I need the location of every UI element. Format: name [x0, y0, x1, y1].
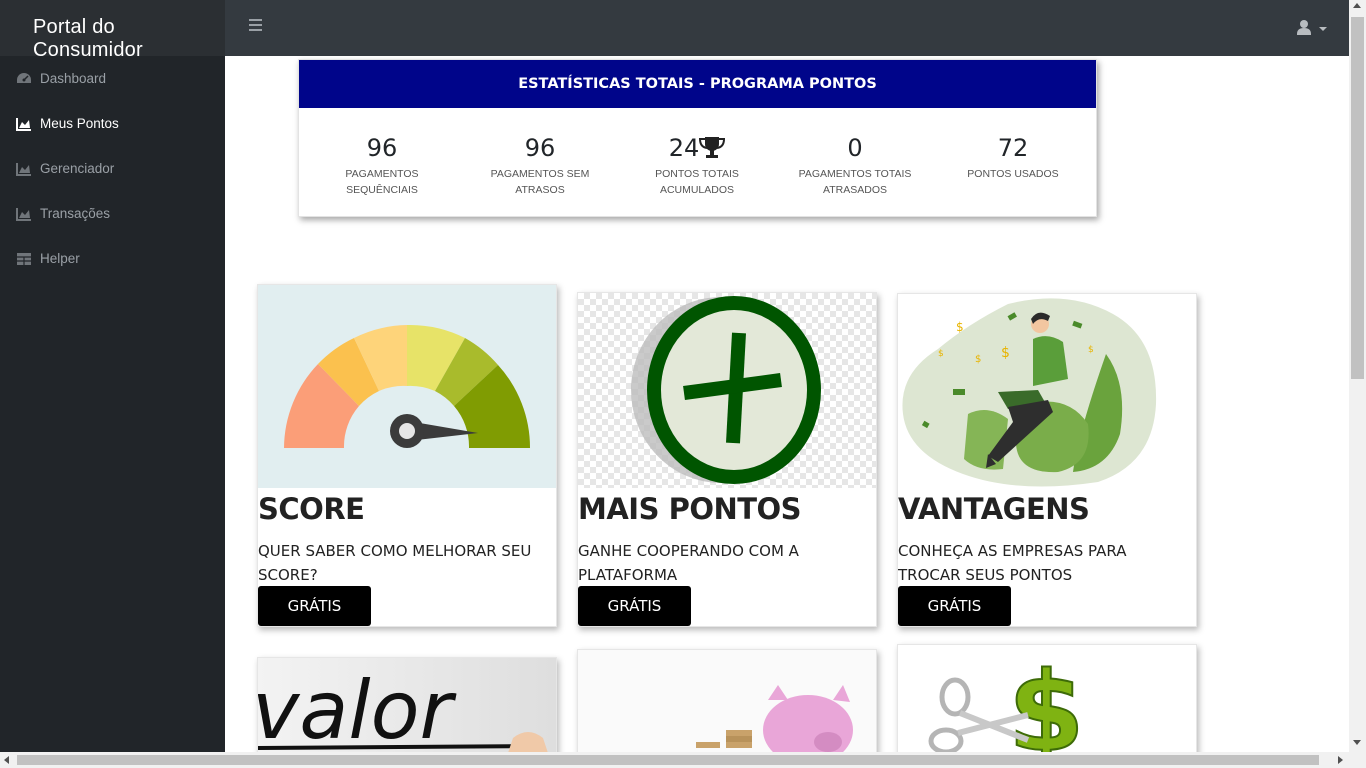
sidebar-item-label: Transações — [40, 206, 111, 221]
sidebar-item-helper[interactable]: Helper — [0, 236, 225, 281]
stats-card: ESTATÍSTICAS TOTAIS - PROGRAMA PONTOS 96… — [298, 59, 1097, 217]
plus-circle-image — [578, 293, 876, 488]
user-menu-button[interactable] — [1297, 19, 1327, 39]
scroll-thumb-horizontal[interactable] — [17, 755, 1319, 765]
card-valor: valor — [257, 657, 557, 767]
area-chart-icon — [16, 117, 31, 131]
scroll-up-icon[interactable] — [1353, 3, 1361, 8]
piggy-bank-coins-image — [578, 650, 876, 766]
sidebar-item-gerenciador[interactable]: Gerenciador — [0, 146, 225, 191]
card-scissors: $ — [897, 644, 1197, 767]
stat-pagamentos-atrasados: 0 PAGAMENTOS TOTAIS ATRASADOS — [780, 132, 930, 198]
top-navbar: Portal do Consumidor — [0, 0, 1349, 61]
card-title: VANTAGENS — [898, 492, 1090, 526]
sidebar-item-label: Helper — [40, 251, 80, 266]
card-mais-pontos: MAIS PONTOS GANHE COOPERANDO COM A PLATA… — [577, 292, 877, 627]
tachometer-icon — [17, 72, 31, 83]
stat-label: PONTOS USADOS — [967, 168, 1059, 180]
gratis-button[interactable]: GRÁTIS — [898, 586, 1011, 626]
person-laptop-image: $ $ $ $ $ — [898, 294, 1196, 488]
vertical-scrollbar[interactable] — [1349, 0, 1366, 752]
sidebar: Dashboard Meus Pontos Gerenciador Transa… — [0, 56, 225, 752]
horizontal-scrollbar[interactable] — [0, 752, 1366, 768]
stat-label: PAGAMENTOS SEM ATRASOS — [490, 168, 590, 196]
sidebar-item-label: Dashboard — [40, 71, 107, 86]
stat-value: 24 — [622, 132, 772, 164]
sidebar-item-meus-pontos[interactable]: Meus Pontos — [0, 101, 225, 146]
card-vantagens: $ $ $ $ $ VANTAGENS CONHEÇA AS EMPRESAS … — [897, 293, 1197, 627]
user-icon — [1297, 20, 1327, 35]
area-chart-icon — [16, 207, 31, 221]
stat-label: PAGAMENTOS TOTAIS ATRASADOS — [798, 168, 912, 196]
svg-text:$: $ — [956, 320, 964, 334]
stat-value: 0 — [847, 134, 863, 162]
stat-value: 96 — [524, 134, 556, 162]
valor-handwriting-text: valor — [258, 664, 458, 753]
sidebar-item-label: Meus Pontos — [40, 116, 119, 131]
area-chart-icon — [16, 162, 31, 176]
stat-pagamentos-sem-atrasos: 96 PAGAMENTOS SEM ATRASOS — [465, 132, 615, 198]
card-text: QUER SABER COMO MELHORAR SEU SCORE? — [258, 542, 532, 584]
scroll-thumb[interactable] — [1351, 17, 1364, 379]
brand-area: Portal do Consumidor — [0, 0, 225, 61]
svg-text:$: $ — [975, 354, 981, 365]
scroll-right-icon[interactable] — [1338, 756, 1343, 764]
svg-text:$: $ — [1088, 345, 1094, 355]
valor-handwriting-image: valor — [258, 658, 556, 766]
sidebar-item-label: Gerenciador — [40, 161, 115, 176]
card-text: GANHE COOPERANDO COM A PLATAFORMA — [578, 542, 799, 584]
scissors-dollar-image: $ — [898, 645, 1196, 766]
scroll-left-icon[interactable] — [4, 756, 9, 764]
card-piggy — [577, 649, 877, 767]
hamburger-icon[interactable] — [249, 19, 263, 35]
card-title: MAIS PONTOS — [578, 492, 802, 526]
caret-down-icon — [1319, 27, 1327, 31]
trophy-icon — [699, 137, 726, 158]
sidebar-item-transacoes[interactable]: Transações — [0, 191, 225, 236]
stat-value: 72 — [997, 134, 1029, 162]
scroll-down-icon[interactable] — [1353, 740, 1361, 745]
card-title: SCORE — [258, 492, 365, 526]
stat-label: PAGAMENTOS SEQUÊNCIAIS — [345, 168, 419, 196]
svg-text:$: $ — [938, 349, 944, 359]
table-icon — [17, 252, 31, 265]
gauge-image — [258, 285, 556, 488]
svg-text:$: $ — [1001, 345, 1010, 361]
stat-value: 96 — [366, 134, 398, 162]
stats-title: ESTATÍSTICAS TOTAIS - PROGRAMA PONTOS — [299, 60, 1096, 108]
stat-pontos-totais: 24 PONTOS TOTAIS ACUMULADOS — [622, 132, 772, 198]
card-score: SCORE QUER SABER COMO MELHORAR SEU SCORE… — [257, 284, 557, 627]
card-text: CONHEÇA AS EMPRESAS PARA TROCAR SEUS PON… — [898, 542, 1127, 584]
stat-label: PONTOS TOTAIS ACUMULADOS — [655, 168, 739, 196]
sidebar-item-dashboard[interactable]: Dashboard — [0, 56, 225, 101]
stat-pagamentos-sequenciais: 96 PAGAMENTOS SEQUÊNCIAIS — [307, 132, 457, 198]
gratis-button[interactable]: GRÁTIS — [578, 586, 691, 626]
gratis-button[interactable]: GRÁTIS — [258, 586, 371, 626]
stat-pontos-usados: 72 PONTOS USADOS — [938, 132, 1088, 182]
